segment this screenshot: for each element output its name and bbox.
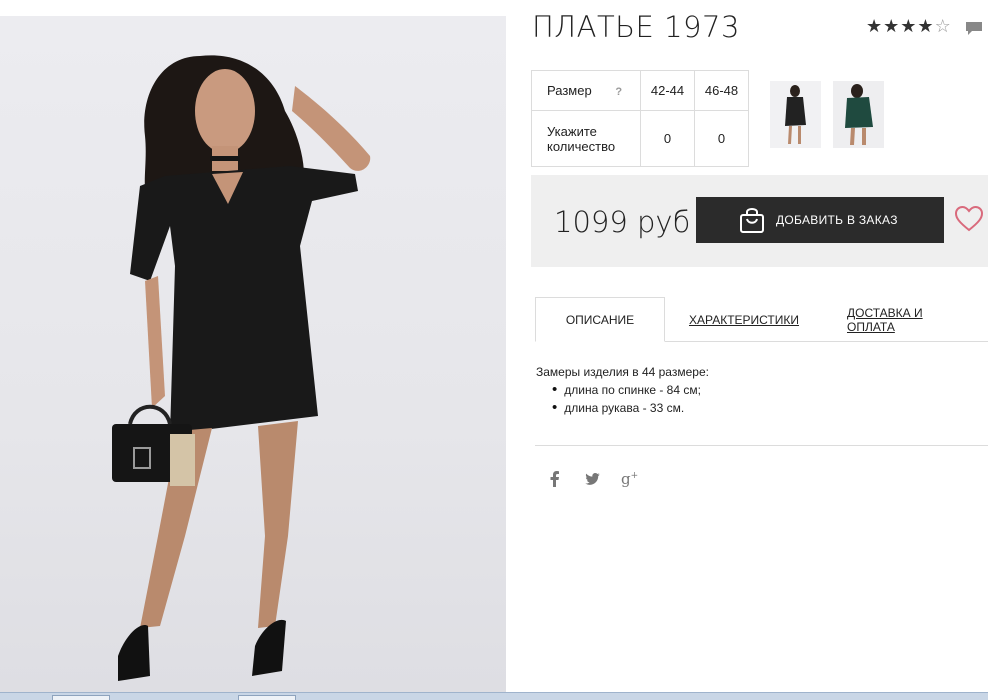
divider [535, 445, 988, 446]
measurement-item: длина по спинке - 84 см; [552, 381, 709, 399]
size-label-cell: Размер ? [531, 70, 641, 111]
size-option[interactable]: 42-44 [640, 70, 695, 111]
model-illustration [112, 55, 371, 681]
taskbar-button[interactable] [238, 695, 296, 700]
taskbar-button[interactable] [52, 695, 110, 700]
star-empty-icon: ☆ [934, 16, 951, 36]
facebook-icon[interactable] [548, 471, 560, 487]
star-filled-icon: ★ [883, 16, 900, 36]
heart-icon[interactable] [955, 206, 983, 232]
size-option[interactable]: 46-48 [694, 70, 749, 111]
comment-icon[interactable] [965, 21, 983, 36]
add-to-order-label: ДОБАВИТЬ В ЗАКАЗ [776, 213, 898, 227]
os-taskbar [0, 692, 988, 700]
size-help-icon[interactable]: ? [615, 86, 622, 98]
price-panel: 1099 руб ДОБАВИТЬ В ЗАКАЗ [531, 175, 988, 267]
star-filled-icon: ★ [866, 16, 883, 36]
tab-description[interactable]: ОПИСАНИЕ [535, 297, 665, 342]
twitter-icon[interactable] [585, 473, 600, 485]
description-panel: Замеры изделия в 44 размере: длина по сп… [536, 364, 709, 417]
product-page: ПЛАТЬЕ 1973 ★ ★ ★ ★ ☆ Размер ? 42-44 46-… [0, 0, 988, 700]
size-table: Размер ? 42-44 46-48 Укажите количество … [531, 70, 749, 167]
product-price: 1099 руб [554, 205, 691, 239]
quantity-input[interactable]: 0 [640, 110, 695, 167]
star-filled-icon: ★ [900, 16, 917, 36]
color-thumbnail-green[interactable] [833, 81, 884, 148]
quantity-label-cell: Укажите количество [531, 110, 641, 167]
quantity-label-line: количество [547, 138, 616, 154]
description-intro: Замеры изделия в 44 размере: [536, 365, 709, 379]
color-thumbnail-black[interactable] [770, 81, 821, 148]
product-rating[interactable]: ★ ★ ★ ★ ☆ [866, 16, 951, 37]
product-photo[interactable] [0, 16, 506, 692]
product-tabs: ОПИСАНИЕ ХАРАКТЕРИСТИКИ ДОСТАВКА И ОПЛАТ… [535, 297, 988, 342]
google-plus-icon[interactable]: g+ [621, 470, 638, 488]
star-filled-icon: ★ [917, 16, 934, 36]
shopping-bag-icon [740, 208, 764, 233]
size-label: Размер [547, 83, 592, 98]
measurement-item: длина рукава - 33 см. [552, 399, 709, 417]
measurement-list: длина по спинке - 84 см; длина рукава - … [552, 381, 709, 417]
tab-delivery-payment[interactable]: ДОСТАВКА И ОПЛАТА [847, 297, 973, 342]
quantity-label-line: Укажите [547, 123, 597, 139]
quantity-input[interactable]: 0 [694, 110, 749, 167]
tab-characteristics[interactable]: ХАРАКТЕРИСТИКИ [687, 297, 801, 342]
product-title: ПЛАТЬЕ 1973 [532, 10, 740, 44]
add-to-order-button[interactable]: ДОБАВИТЬ В ЗАКАЗ [696, 197, 944, 243]
